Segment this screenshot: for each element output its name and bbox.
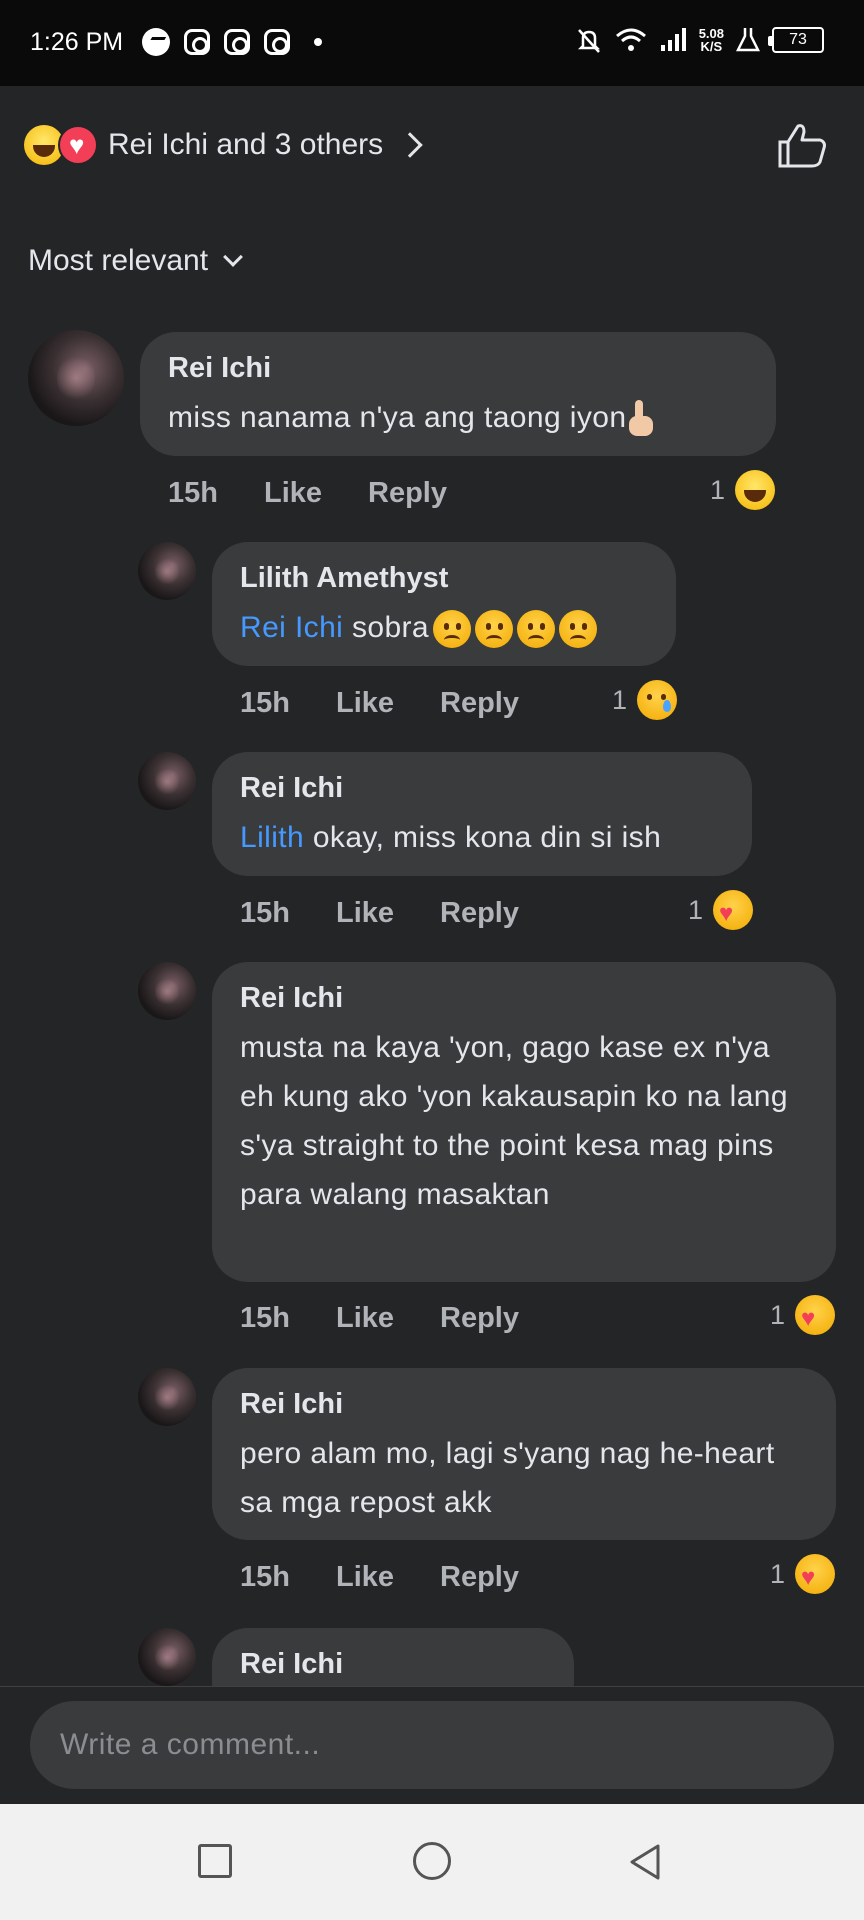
- like-post-button[interactable]: [776, 120, 828, 170]
- avatar[interactable]: [138, 752, 196, 810]
- comment-text: Rei Ichi sobra: [240, 603, 648, 652]
- comment-actions: 15h Like Reply: [240, 897, 565, 930]
- frowning-emoji-icon: [559, 610, 598, 649]
- instagram-icon: [264, 29, 290, 55]
- comment-time: 15h: [240, 687, 290, 719]
- comment-author[interactable]: Lilith Amethyst: [240, 562, 648, 595]
- comment-time: 15h: [240, 1561, 290, 1593]
- comment-bubble[interactable]: Rei Ichi pero alam mo, lagi s'yang nag h…: [212, 1368, 836, 1540]
- reaction-count[interactable]: 1: [770, 1295, 836, 1335]
- chevron-down-icon: [223, 247, 243, 267]
- mention-link[interactable]: Lilith: [240, 821, 304, 854]
- comment-text: Lilith okay, miss kona din si ish: [240, 821, 662, 854]
- system-icons: 5.08 K/S 73: [575, 26, 824, 54]
- comment-bubble[interactable]: Rei Ichi musta na kaya 'yon, gago kase e…: [212, 962, 836, 1282]
- reply-button[interactable]: Reply: [440, 687, 519, 720]
- wifi-icon: [615, 28, 646, 51]
- comment-time: 15h: [168, 477, 218, 509]
- comment-text: miss nanama n'ya ang taong iyon: [168, 393, 748, 442]
- reply-button[interactable]: Reply: [440, 1561, 519, 1594]
- sad-emoji-icon: [637, 680, 678, 720]
- instagram-icon: [224, 29, 250, 55]
- reply-button[interactable]: Reply: [440, 1302, 519, 1335]
- comment-input[interactable]: [60, 1701, 804, 1789]
- network-speed: 5.08 K/S: [698, 26, 724, 54]
- comment-time: 15h: [240, 897, 290, 929]
- comment-actions: 15h Like Reply: [240, 1561, 565, 1594]
- like-button[interactable]: Like: [264, 477, 322, 510]
- sort-dropdown[interactable]: Most relevant: [28, 244, 243, 278]
- comment-author[interactable]: Rei Ichi: [240, 772, 724, 805]
- messenger-icon: [142, 28, 170, 56]
- reaction-count[interactable]: 1: [612, 680, 678, 720]
- notification-icons: [142, 28, 322, 56]
- home-button[interactable]: [413, 1842, 451, 1880]
- laugh-emoji-icon: [735, 470, 776, 510]
- avatar[interactable]: [138, 1368, 196, 1426]
- comment-author[interactable]: Rei Ichi: [240, 1388, 808, 1421]
- reaction-count[interactable]: 1: [688, 890, 754, 930]
- muted-bell-icon: [577, 29, 600, 53]
- reaction-count[interactable]: 1: [710, 470, 776, 510]
- comment-author[interactable]: Rei Ichi: [168, 352, 748, 385]
- comment-author[interactable]: Rei Ichi: [240, 982, 808, 1015]
- flask-icon: [736, 28, 760, 52]
- comment-actions: 15h Like Reply: [240, 687, 565, 720]
- avatar[interactable]: [138, 542, 196, 600]
- reaction-count[interactable]: 1: [770, 1554, 836, 1594]
- instagram-icon: [184, 29, 210, 55]
- avatar[interactable]: [138, 1628, 196, 1686]
- like-button[interactable]: Like: [336, 1561, 394, 1594]
- status-time: 1:26 PM: [30, 28, 124, 56]
- more-notifications-dot: [314, 38, 322, 46]
- mention-link[interactable]: Rei Ichi: [240, 611, 343, 644]
- comment-bubble[interactable]: Rei Ichi Lilith okay, miss kona din si i…: [212, 752, 752, 876]
- avatar[interactable]: [138, 962, 196, 1020]
- comment-bubble[interactable]: Rei Ichi miss nanama n'ya ang taong iyon: [140, 332, 776, 456]
- comment-text: musta na kaya 'yon, gago kase ex n'ya eh…: [240, 1031, 788, 1211]
- chevron-right-icon: [397, 132, 423, 158]
- reactions-summary[interactable]: Rei Ichi and 3 others: [24, 120, 854, 170]
- comment-text: pero alam mo, lagi s'yang nag he-heart s…: [240, 1437, 775, 1519]
- comment-actions: 15h Like Reply: [240, 1302, 565, 1335]
- pointing-up-emoji-icon: [626, 400, 656, 438]
- care-emoji-icon: [713, 890, 754, 930]
- system-nav-bar: [0, 1804, 864, 1920]
- comment-actions: 15h Like Reply: [168, 477, 493, 510]
- reply-button[interactable]: Reply: [368, 477, 447, 510]
- comment-composer[interactable]: [30, 1701, 834, 1789]
- frowning-emoji-icon: [433, 610, 472, 649]
- status-bar: 1:26 PM 5.08 K/S 73: [0, 0, 864, 86]
- like-button[interactable]: Like: [336, 687, 394, 720]
- heart-emoji-icon: [58, 125, 98, 165]
- comment-composer-bar: [0, 1686, 864, 1804]
- like-button[interactable]: Like: [336, 1302, 394, 1335]
- reply-button[interactable]: Reply: [440, 897, 519, 930]
- battery-indicator: 73: [768, 27, 824, 53]
- reactions-summary-text: Rei Ichi and 3 others: [108, 128, 384, 161]
- care-emoji-icon: [795, 1295, 836, 1335]
- back-button[interactable]: [626, 1842, 666, 1882]
- comment-author[interactable]: Rei Ichi: [240, 1648, 546, 1681]
- care-emoji-icon: [795, 1554, 836, 1594]
- recent-apps-button[interactable]: [198, 1844, 232, 1878]
- signal-icon: [660, 28, 686, 51]
- sort-label: Most relevant: [28, 244, 209, 277]
- frowning-emoji-icon: [475, 610, 514, 649]
- like-button[interactable]: Like: [336, 897, 394, 930]
- comment-bubble[interactable]: Lilith Amethyst Rei Ichi sobra: [212, 542, 676, 666]
- comment-time: 15h: [240, 1302, 290, 1334]
- avatar[interactable]: [28, 330, 124, 426]
- frowning-emoji-icon: [517, 610, 556, 649]
